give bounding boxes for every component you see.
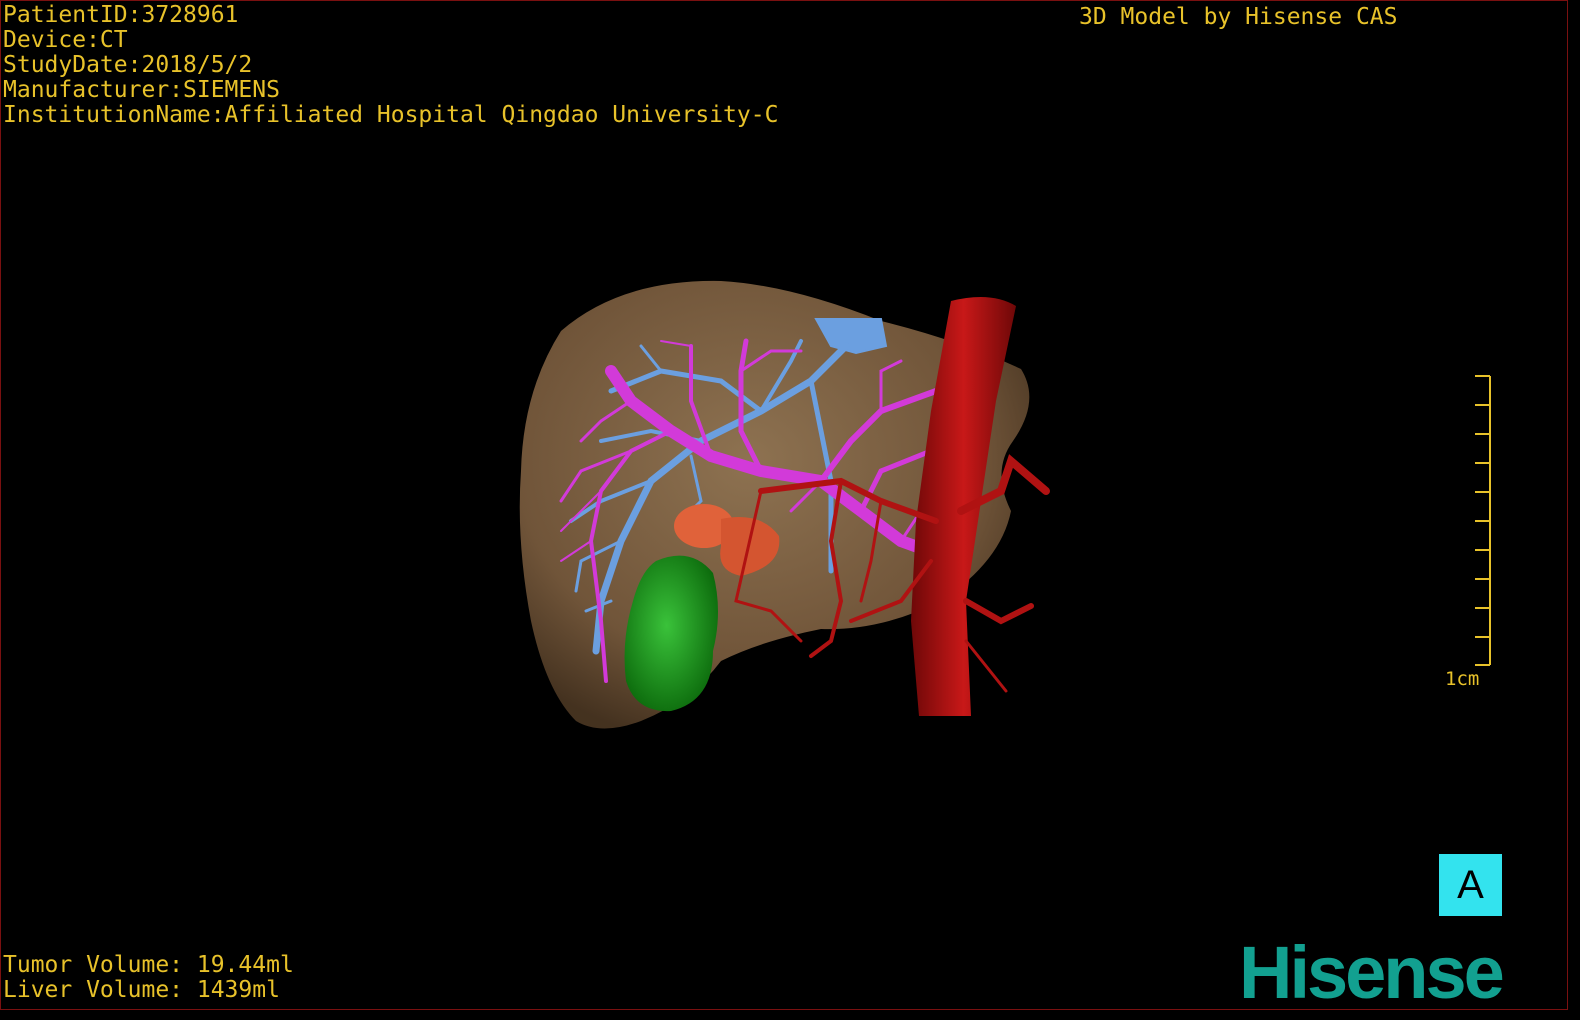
hisense-logo: Hisense <box>1239 931 1505 1010</box>
tumor-volume: Tumor Volume: 19.44ml <box>3 952 294 978</box>
liver-volume: Liver Volume: 1439ml <box>3 977 280 1003</box>
view-orientation-badge[interactable]: A <box>1439 854 1502 916</box>
patient-id: PatientID:3728961 <box>3 2 239 28</box>
device: Device:CT <box>3 27 128 53</box>
scale-bar <box>1475 375 1491 666</box>
liver-3d-model[interactable] <box>1 1 1567 1009</box>
scale-label: 1cm <box>1445 668 1480 690</box>
model-credit: 3D Model by Hisense CAS <box>1079 4 1398 30</box>
volume-readout: Tumor Volume: 19.44ml Liver Volume: 1439… <box>3 953 294 1003</box>
study-info-overlay: PatientID:3728961 Device:CT StudyDate:20… <box>3 3 778 128</box>
institution-name: InstitutionName:Affiliated Hospital Qing… <box>3 102 779 128</box>
manufacturer: Manufacturer:SIEMENS <box>3 77 280 103</box>
3d-viewport[interactable]: PatientID:3728961 Device:CT StudyDate:20… <box>0 0 1568 1010</box>
study-date: StudyDate:2018/5/2 <box>3 52 253 78</box>
